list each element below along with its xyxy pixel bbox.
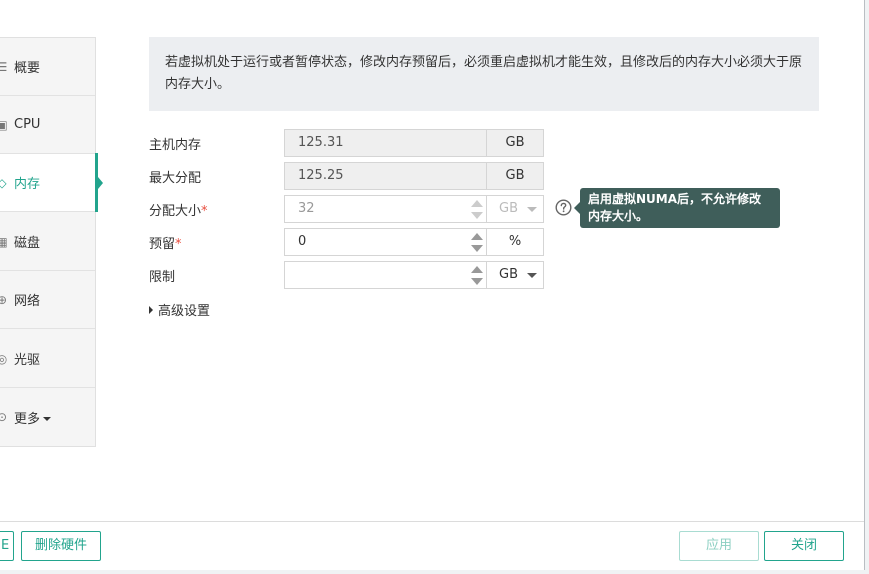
reserve-unit: % <box>487 228 544 256</box>
alloc-size-input: 32 <box>284 195 487 223</box>
memory-notice: 若虚拟机处于运行或者暂停状态，修改内存预留后，必须重启虚拟机才能生效，且修改后的… <box>149 37 819 111</box>
footer-divider <box>0 521 864 522</box>
max-alloc-unit: GB <box>487 162 544 190</box>
nav-item-more[interactable]: ⊙ 更多 <box>0 388 95 446</box>
background-bottom-edge <box>0 570 869 574</box>
alloc-size-label: 分配大小* <box>149 200 208 219</box>
alloc-size-value: 32 <box>298 201 315 216</box>
nav-item-network[interactable]: ⊕ 网络 <box>0 271 95 329</box>
advanced-settings-toggle[interactable]: 高级设置 <box>149 300 210 319</box>
nav-item-label: 概要 <box>14 61 41 76</box>
alloc-size-unit: GB <box>499 201 518 216</box>
nav-item-label: CPU <box>14 117 41 132</box>
cdrom-icon: ◎ <box>0 351 8 366</box>
stepper-down-icon[interactable] <box>471 278 483 285</box>
alloc-size-unit-select: GB <box>487 195 544 223</box>
disk-icon: ▦ <box>0 234 8 249</box>
nav-item-label: 内存 <box>14 177 41 192</box>
close-button[interactable]: 关闭 <box>764 531 844 561</box>
chevron-down-icon <box>527 273 537 278</box>
memory-icon: ◇ <box>0 175 7 190</box>
nav-item-memory[interactable]: ◇ 内存 <box>0 154 97 212</box>
limit-unit-select[interactable]: GB <box>487 261 544 289</box>
host-memory-label: 主机内存 <box>149 138 202 153</box>
nav-item-overview[interactable]: ☰ 概要 <box>0 38 95 96</box>
host-memory-unit: GB <box>487 129 544 157</box>
network-icon: ⊕ <box>0 292 8 307</box>
hardware-nav: ☰ 概要 ▣ CPU ◇ 内存 ▦ 磁盘 ⊕ 网络 ◎ 光驱 ⊙ 更多 <box>0 37 97 447</box>
stepper-up-icon[interactable] <box>471 233 483 240</box>
reserve-label-text: 预留 <box>149 237 176 252</box>
add-hardware-button[interactable]: E <box>0 531 14 561</box>
reserve-input[interactable]: 0 <box>284 228 487 256</box>
limit-stepper[interactable] <box>471 265 483 286</box>
delete-hardware-button[interactable]: 删除硬件 <box>21 531 101 561</box>
alloc-size-label-text: 分配大小 <box>149 204 202 219</box>
more-icon: ⊙ <box>0 410 8 424</box>
help-icon[interactable] <box>555 199 572 216</box>
nav-item-label: 网络 <box>14 294 41 309</box>
nav-item-cdrom[interactable]: ◎ 光驱 <box>0 330 95 388</box>
alloc-size-stepper <box>471 199 483 220</box>
nav-item-disk[interactable]: ▦ 磁盘 <box>0 213 95 271</box>
caret-right-icon <box>149 305 153 314</box>
apply-button[interactable]: 应用 <box>679 531 759 561</box>
stepper-down-icon[interactable] <box>471 245 483 252</box>
advanced-settings-label: 高级设置 <box>158 304 211 319</box>
required-mark: * <box>201 204 208 219</box>
chevron-down-icon <box>527 207 537 212</box>
stepper-up-icon <box>471 200 483 207</box>
host-memory-value: 125.31 <box>284 129 487 157</box>
stepper-down-icon <box>471 212 483 219</box>
nav-item-label: 光驱 <box>14 353 41 368</box>
limit-input[interactable] <box>284 261 487 289</box>
nav-item-label: 磁盘 <box>14 236 41 251</box>
chevron-down-icon <box>43 417 52 421</box>
required-mark: * <box>175 237 182 252</box>
stepper-up-icon[interactable] <box>471 266 483 273</box>
numa-tooltip: 启用虚拟NUMA后，不允许修改内存大小。 <box>574 188 780 228</box>
max-alloc-label: 最大分配 <box>149 171 202 186</box>
nav-item-label: 更多 <box>14 411 41 427</box>
reserve-label: 预留* <box>149 233 182 252</box>
nav-item-cpu[interactable]: ▣ CPU <box>0 96 95 154</box>
limit-unit: GB <box>499 267 518 282</box>
reserve-value: 0 <box>298 234 307 249</box>
cpu-icon: ▣ <box>0 117 8 132</box>
nav-active-arrow-icon <box>98 177 103 189</box>
max-alloc-value: 125.25 <box>284 162 487 190</box>
list-icon: ☰ <box>0 59 8 74</box>
limit-label: 限制 <box>149 270 176 285</box>
background-window-edge <box>864 0 869 574</box>
reserve-stepper[interactable] <box>471 232 483 253</box>
add-hardware-label: E <box>1 538 10 553</box>
